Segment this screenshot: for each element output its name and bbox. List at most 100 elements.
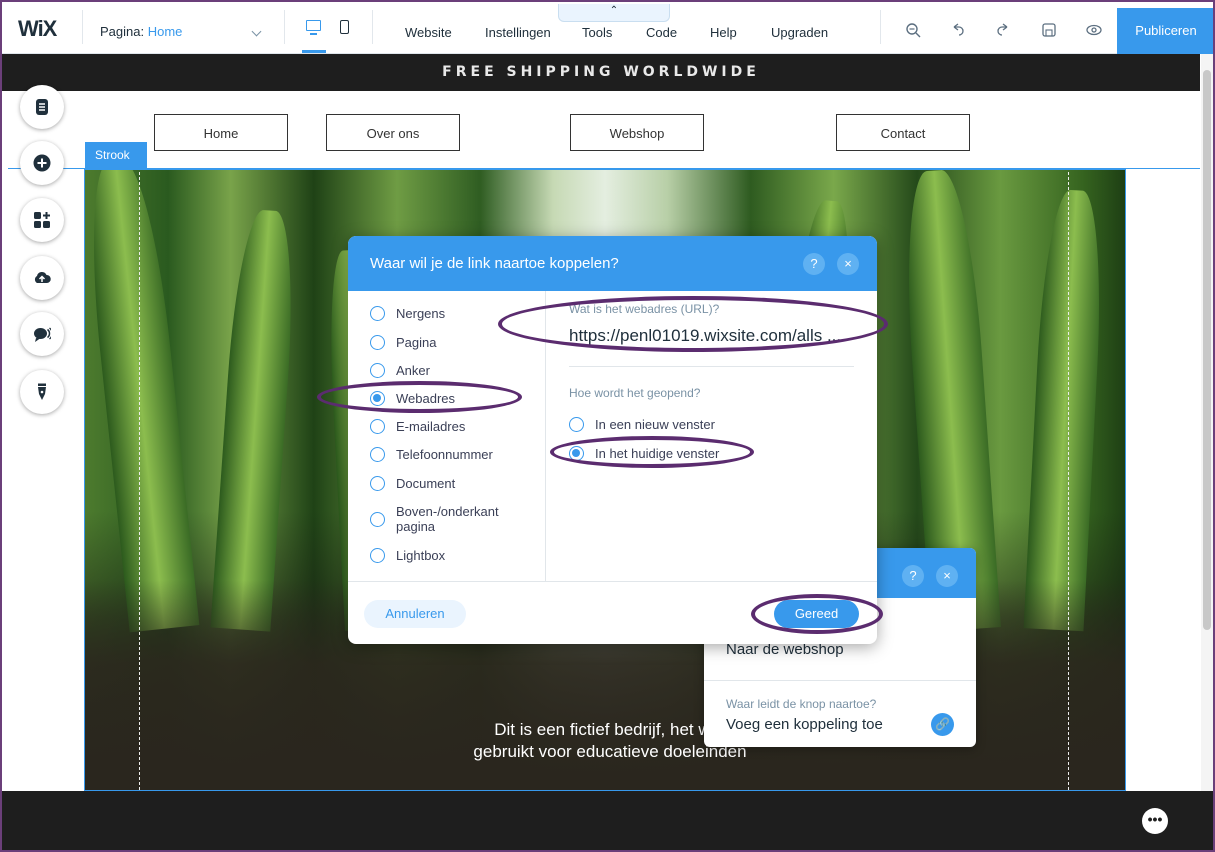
menu-upgraden[interactable]: Upgraden [771, 25, 828, 40]
gridline-left [139, 172, 140, 790]
editor-topbar: WiX Pagina: Home ⌃ Website Instellingen … [0, 0, 1215, 54]
open-mode-label: Hoe wordt het geopend? [569, 386, 701, 400]
zoom-icon[interactable] [905, 22, 921, 38]
divider [372, 10, 373, 44]
link-dialog: Waar wil je de link naartoe koppelen? ? … [348, 236, 877, 644]
desktop-icon[interactable] [306, 20, 321, 35]
menu-instellingen[interactable]: Instellingen [485, 25, 551, 40]
chevron-down-icon[interactable] [251, 26, 262, 37]
radio-selected[interactable] [569, 446, 584, 462]
radio[interactable] [370, 419, 385, 435]
preview-icon[interactable] [1086, 22, 1102, 38]
dialog-close-button[interactable]: × [837, 253, 859, 275]
option-document[interactable]: Document [370, 475, 456, 492]
pen-button[interactable] [20, 370, 64, 414]
url-input[interactable]: https://penl01019.wixsite.com/alls ... [569, 326, 859, 346]
divider [284, 10, 285, 44]
upload-icon [34, 271, 51, 283]
option-label: Lightbox [396, 548, 446, 564]
option-label: Nergens [396, 306, 446, 322]
radio[interactable] [370, 363, 385, 379]
nav-over-ons[interactable]: Over ons [326, 114, 460, 151]
cancel-button[interactable]: Annuleren [364, 600, 466, 628]
radio-selected[interactable] [370, 391, 385, 407]
option-label: Document [396, 476, 456, 492]
nav-contact[interactable]: Contact [836, 114, 970, 151]
dialog-title: Waar wil je de link naartoe koppelen? [370, 255, 619, 272]
option-webadres[interactable]: Webadres [370, 390, 456, 407]
shipping-banner: FREE SHIPPING WORLDWIDE [2, 54, 1200, 91]
link-icon[interactable]: 🔗 [931, 713, 954, 736]
dialog-help-button[interactable]: ? [803, 253, 825, 275]
radio[interactable] [370, 476, 385, 492]
chat-button[interactable] [20, 312, 64, 356]
pages-icon [36, 99, 48, 115]
option-label: Telefoonnummer [396, 447, 493, 463]
publish-button[interactable]: Publiceren [1117, 8, 1215, 54]
option-anker[interactable]: Anker [370, 362, 430, 379]
option-current-window[interactable]: In het huidige venster [569, 445, 719, 462]
grass-blade [1023, 188, 1107, 632]
page-selector-value: Home [147, 24, 183, 39]
undo-icon[interactable] [950, 22, 966, 38]
apps-icon [34, 212, 50, 228]
panel-close-button[interactable]: × [936, 565, 958, 587]
desktop-active-indicator [302, 50, 326, 53]
page-selector[interactable]: Pagina: Home [100, 24, 182, 39]
menu-website[interactable]: Website [405, 25, 452, 40]
option-label: In een nieuw venster [595, 417, 715, 433]
option-nergens[interactable]: Nergens [370, 305, 446, 322]
mobile-icon[interactable] [340, 20, 349, 34]
apps-button[interactable] [20, 198, 64, 242]
upload-button[interactable] [20, 256, 64, 300]
redo-icon[interactable] [995, 22, 1011, 38]
radio[interactable] [370, 548, 385, 564]
save-icon[interactable] [1041, 22, 1057, 38]
menu-help[interactable]: Help [710, 25, 737, 40]
option-pagina[interactable]: Pagina [370, 334, 437, 351]
option-boven-onderkant[interactable]: Boven-/onderkant pagina [370, 504, 516, 534]
add-button[interactable] [20, 141, 64, 185]
option-e-mailadres[interactable]: E-mailadres [370, 418, 466, 435]
option-new-window[interactable]: In een nieuw venster [569, 416, 715, 433]
radio[interactable] [370, 306, 385, 322]
divider [569, 366, 854, 367]
option-label: Anker [396, 363, 430, 379]
url-label: Wat is het webadres (URL)? [569, 302, 720, 316]
option-telefoonnummer[interactable]: Telefoonnummer [370, 446, 493, 463]
menu-code[interactable]: Code [646, 25, 677, 40]
page-selector-label: Pagina: [100, 24, 145, 39]
radio[interactable] [569, 417, 584, 433]
dialog-footer: Annuleren Gereed [348, 581, 877, 644]
option-label: Pagina [396, 335, 437, 351]
menu-tools[interactable]: Tools [582, 25, 612, 40]
pages-button[interactable] [20, 85, 64, 129]
option-label: Webadres [396, 391, 456, 407]
option-label: E-mailadres [396, 419, 466, 435]
chat-icon [34, 327, 51, 342]
nav-webshop[interactable]: Webshop [570, 114, 704, 151]
radio[interactable] [370, 511, 385, 527]
collapse-topbar-tab[interactable]: ⌃ [558, 4, 670, 22]
dialog-header: Waar wil je de link naartoe koppelen? ? … [348, 236, 877, 291]
panel-help-button[interactable]: ? [902, 565, 924, 587]
done-button[interactable]: Gereed [774, 600, 859, 628]
strip-label[interactable]: Strook [85, 142, 147, 168]
link-label: Waar leidt de knop naartoe? [726, 697, 877, 711]
add-link-text[interactable]: Voeg een koppeling toe [726, 716, 883, 733]
wix-logo: WiX [18, 16, 57, 41]
nav-home[interactable]: Home [154, 114, 288, 151]
site-footer [2, 791, 1213, 852]
scrollbar-thumb[interactable] [1203, 70, 1211, 630]
grass-blade [85, 170, 200, 633]
gridline-right [1068, 172, 1069, 790]
pen-icon [38, 383, 46, 400]
link-type-list: Nergens Pagina Anker Webadres E-mailadre… [348, 291, 546, 581]
chat-bubble-icon[interactable]: ••• [1142, 808, 1168, 834]
option-label: Boven-/onderkant pagina [396, 504, 499, 534]
divider [82, 10, 83, 44]
grass-blade [210, 208, 300, 632]
radio[interactable] [370, 335, 385, 351]
option-lightbox[interactable]: Lightbox [370, 547, 446, 564]
radio[interactable] [370, 447, 385, 463]
